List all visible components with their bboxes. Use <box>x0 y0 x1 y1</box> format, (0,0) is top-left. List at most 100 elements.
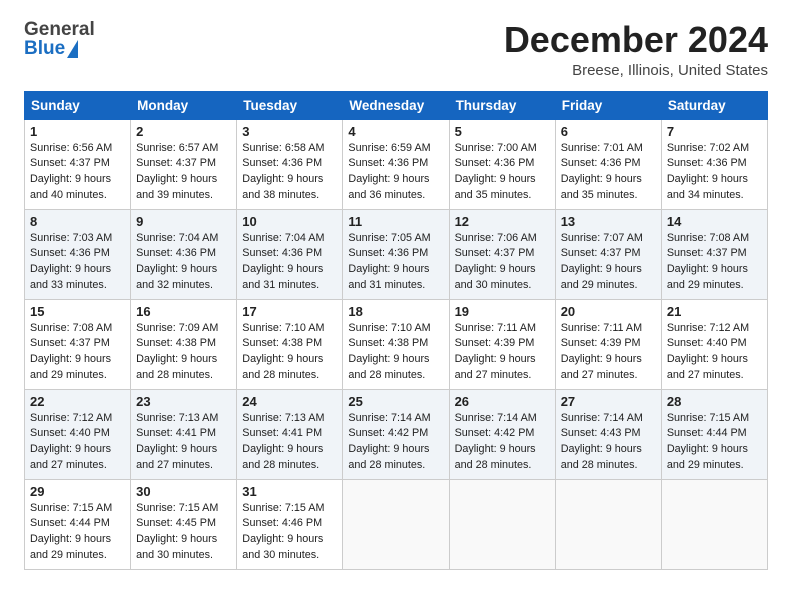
calendar-cell <box>555 479 661 569</box>
day-number: 16 <box>136 304 231 319</box>
day-info: Sunrise: 7:08 AMSunset: 4:37 PMDaylight:… <box>667 231 762 294</box>
weekday-header-monday: Monday <box>131 91 237 119</box>
weekday-header-saturday: Saturday <box>661 91 767 119</box>
weekday-header-wednesday: Wednesday <box>343 91 449 119</box>
day-number: 7 <box>667 124 762 139</box>
day-info: Sunrise: 6:59 AMSunset: 4:36 PMDaylight:… <box>348 141 443 204</box>
location-title: Breese, Illinois, United States <box>504 62 768 79</box>
day-number: 10 <box>242 214 337 229</box>
day-number: 22 <box>30 394 125 409</box>
calendar-cell: 14 Sunrise: 7:08 AMSunset: 4:37 PMDayligh… <box>661 209 767 299</box>
week-row-3: 15Sunrise: 7:08 AMSunset: 4:37 PMDayligh… <box>25 299 768 389</box>
calendar-table: SundayMondayTuesdayWednesdayThursdayFrid… <box>24 91 768 570</box>
day-info: Sunrise: 7:02 AMSunset: 4:36 PMDaylight:… <box>667 141 762 204</box>
week-row-5: 29Sunrise: 7:15 AMSunset: 4:44 PMDayligh… <box>25 479 768 569</box>
calendar-cell: 21Sunrise: 7:12 AMSunset: 4:40 PMDayligh… <box>661 299 767 389</box>
calendar-cell: 1 Sunrise: 6:56 AMSunset: 4:37 PMDaylight… <box>25 119 131 209</box>
calendar-cell: 2 Sunrise: 6:57 AMSunset: 4:37 PMDaylight… <box>131 119 237 209</box>
calendar-cell: 28Sunrise: 7:15 AMSunset: 4:44 PMDayligh… <box>661 389 767 479</box>
month-title: December 2024 <box>504 20 768 60</box>
calendar-cell: 27 Sunrise: 7:14 AMSunset: 4:43 PMDayligh… <box>555 389 661 479</box>
day-number: 2 <box>136 124 231 139</box>
day-number: 1 <box>30 124 125 139</box>
day-info: Sunrise: 7:06 AMSunset: 4:37 PMDaylight:… <box>455 231 550 294</box>
calendar-cell: 13 Sunrise: 7:07 AMSunset: 4:37 PMDayligh… <box>555 209 661 299</box>
day-number: 4 <box>348 124 443 139</box>
day-number: 25 <box>348 394 443 409</box>
calendar-cell: 24Sunrise: 7:13 AMSunset: 4:41 PMDayligh… <box>237 389 343 479</box>
calendar-body: 1 Sunrise: 6:56 AMSunset: 4:37 PMDaylight… <box>25 119 768 569</box>
calendar-cell: 23Sunrise: 7:13 AMSunset: 4:41 PMDayligh… <box>131 389 237 479</box>
day-info: Sunrise: 6:58 AMSunset: 4:36 PMDaylight:… <box>242 141 337 204</box>
calendar-cell: 30Sunrise: 7:15 AMSunset: 4:45 PMDayligh… <box>131 479 237 569</box>
logo: General Blue <box>24 20 95 58</box>
weekday-header-row: SundayMondayTuesdayWednesdayThursdayFrid… <box>25 91 768 119</box>
calendar-cell: 22 Sunrise: 7:12 AMSunset: 4:40 PMDayligh… <box>25 389 131 479</box>
calendar-cell: 3Sunrise: 6:58 AMSunset: 4:36 PMDaylight… <box>237 119 343 209</box>
day-info: Sunrise: 7:09 AMSunset: 4:38 PMDaylight:… <box>136 321 231 384</box>
calendar-cell <box>661 479 767 569</box>
weekday-header-sunday: Sunday <box>25 91 131 119</box>
day-info: Sunrise: 7:04 AMSunset: 4:36 PMDaylight:… <box>242 231 337 294</box>
day-number: 15 <box>30 304 125 319</box>
calendar-cell: 31Sunrise: 7:15 AMSunset: 4:46 PMDayligh… <box>237 479 343 569</box>
day-number: 23 <box>136 394 231 409</box>
calendar-cell: 19Sunrise: 7:11 AMSunset: 4:39 PMDayligh… <box>449 299 555 389</box>
calendar-cell: 10 Sunrise: 7:04 AMSunset: 4:36 PMDayligh… <box>237 209 343 299</box>
calendar-cell: 9 Sunrise: 7:04 AMSunset: 4:36 PMDaylight… <box>131 209 237 299</box>
logo-area: General Blue <box>24 20 95 58</box>
day-number: 6 <box>561 124 656 139</box>
calendar-cell: 20Sunrise: 7:11 AMSunset: 4:39 PMDayligh… <box>555 299 661 389</box>
day-info: Sunrise: 7:03 AMSunset: 4:36 PMDaylight:… <box>30 231 125 294</box>
day-info: Sunrise: 7:05 AMSunset: 4:36 PMDaylight:… <box>348 231 443 294</box>
day-info: Sunrise: 7:12 AMSunset: 4:40 PMDaylight:… <box>30 411 125 474</box>
day-number: 28 <box>667 394 762 409</box>
day-number: 14 <box>667 214 762 229</box>
calendar-cell: 11 Sunrise: 7:05 AMSunset: 4:36 PMDayligh… <box>343 209 449 299</box>
day-number: 17 <box>242 304 337 319</box>
weekday-header-tuesday: Tuesday <box>237 91 343 119</box>
day-info: Sunrise: 7:14 AMSunset: 4:42 PMDaylight:… <box>455 411 550 474</box>
calendar-cell: 12 Sunrise: 7:06 AMSunset: 4:37 PMDayligh… <box>449 209 555 299</box>
day-number: 29 <box>30 484 125 499</box>
day-info: Sunrise: 7:01 AMSunset: 4:36 PMDaylight:… <box>561 141 656 204</box>
day-info: Sunrise: 7:07 AMSunset: 4:37 PMDaylight:… <box>561 231 656 294</box>
day-number: 24 <box>242 394 337 409</box>
day-number: 11 <box>348 214 443 229</box>
calendar-cell: 15Sunrise: 7:08 AMSunset: 4:37 PMDayligh… <box>25 299 131 389</box>
calendar-cell <box>343 479 449 569</box>
day-number: 26 <box>455 394 550 409</box>
calendar-cell <box>449 479 555 569</box>
day-info: Sunrise: 7:14 AMSunset: 4:43 PMDaylight:… <box>561 411 656 474</box>
calendar-cell: 8 Sunrise: 7:03 AMSunset: 4:36 PMDaylight… <box>25 209 131 299</box>
day-info: Sunrise: 7:10 AMSunset: 4:38 PMDaylight:… <box>348 321 443 384</box>
day-info: Sunrise: 7:00 AMSunset: 4:36 PMDaylight:… <box>455 141 550 204</box>
logo-general: General <box>24 20 95 39</box>
day-number: 5 <box>455 124 550 139</box>
calendar-cell: 25Sunrise: 7:14 AMSunset: 4:42 PMDayligh… <box>343 389 449 479</box>
day-number: 20 <box>561 304 656 319</box>
day-number: 8 <box>30 214 125 229</box>
header: General Blue December 2024 Breese, Illin… <box>24 20 768 79</box>
day-info: Sunrise: 7:15 AMSunset: 4:45 PMDaylight:… <box>136 501 231 564</box>
day-number: 13 <box>561 214 656 229</box>
calendar-cell: 7 Sunrise: 7:02 AMSunset: 4:36 PMDaylight… <box>661 119 767 209</box>
logo-blue: Blue <box>24 39 65 58</box>
day-number: 21 <box>667 304 762 319</box>
week-row-2: 8 Sunrise: 7:03 AMSunset: 4:36 PMDaylight… <box>25 209 768 299</box>
day-info: Sunrise: 6:56 AMSunset: 4:37 PMDaylight:… <box>30 141 125 204</box>
day-number: 12 <box>455 214 550 229</box>
title-area: December 2024 Breese, Illinois, United S… <box>504 20 768 79</box>
day-info: Sunrise: 7:04 AMSunset: 4:36 PMDaylight:… <box>136 231 231 294</box>
day-number: 27 <box>561 394 656 409</box>
week-row-4: 22 Sunrise: 7:12 AMSunset: 4:40 PMDayligh… <box>25 389 768 479</box>
logo-triangle-icon <box>67 40 78 58</box>
weekday-header-friday: Friday <box>555 91 661 119</box>
calendar-cell: 6 Sunrise: 7:01 AMSunset: 4:36 PMDaylight… <box>555 119 661 209</box>
calendar-cell: 4 Sunrise: 6:59 AMSunset: 4:36 PMDaylight… <box>343 119 449 209</box>
day-number: 19 <box>455 304 550 319</box>
calendar-cell: 26 Sunrise: 7:14 AMSunset: 4:42 PMDayligh… <box>449 389 555 479</box>
day-number: 9 <box>136 214 231 229</box>
calendar-cell: 5 Sunrise: 7:00 AMSunset: 4:36 PMDaylight… <box>449 119 555 209</box>
day-info: Sunrise: 6:57 AMSunset: 4:37 PMDaylight:… <box>136 141 231 204</box>
